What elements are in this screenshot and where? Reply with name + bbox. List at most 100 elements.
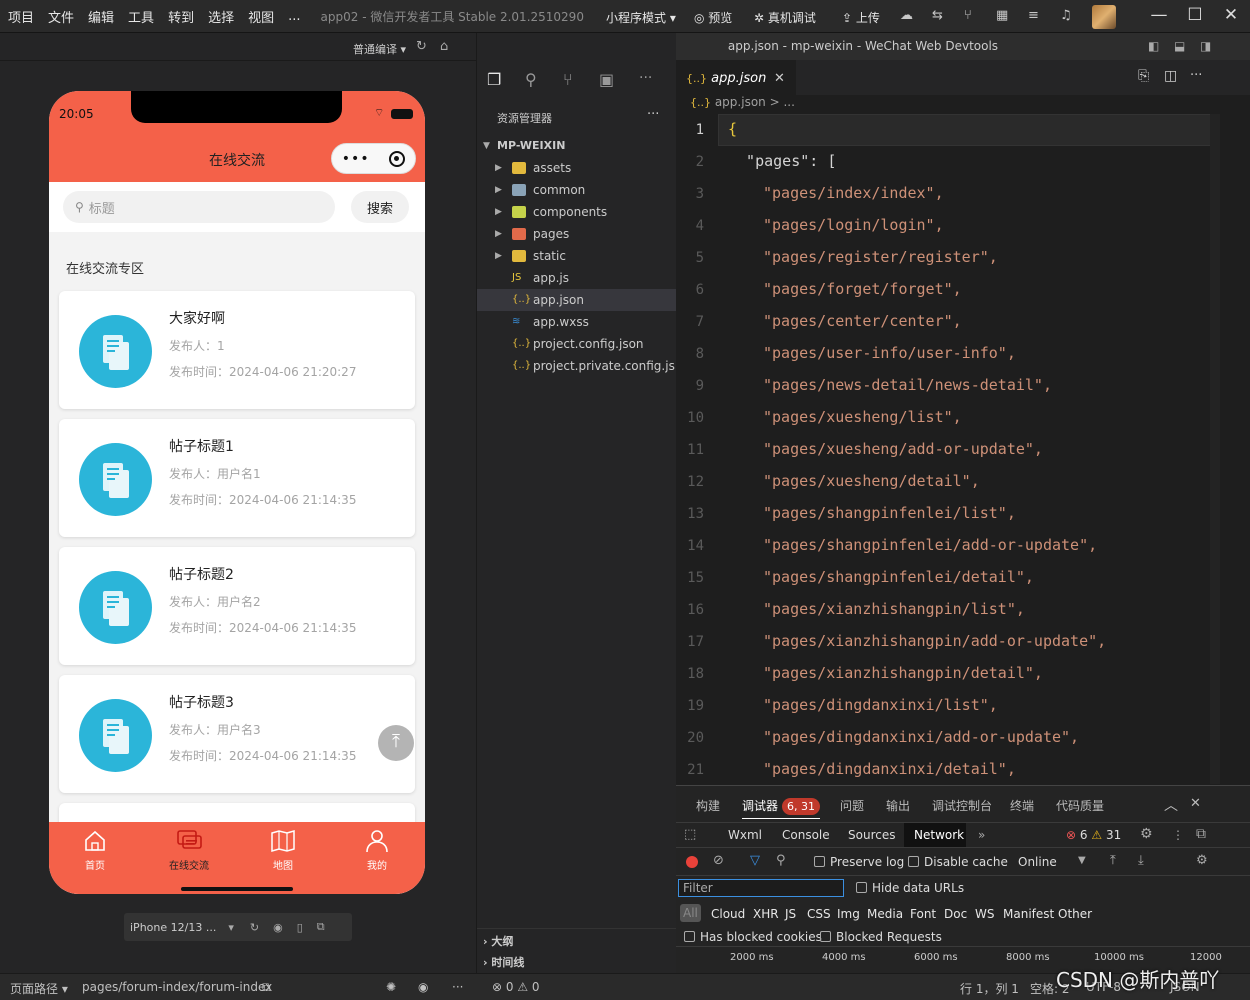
more-icon[interactable]: ••• <box>342 151 370 167</box>
blocked-requests-checkbox[interactable]: Blocked Requests <box>820 930 942 944</box>
tree-item-components[interactable]: ▶ components <box>477 201 677 223</box>
status-more-icon[interactable]: ··· <box>452 980 463 994</box>
tab-build[interactable]: 构建 <box>696 797 720 814</box>
editor-more-icon[interactable]: ··· <box>1190 68 1202 83</box>
panel-console[interactable]: Console <box>782 828 830 842</box>
layout-icon[interactable]: ▦ <box>996 8 1008 23</box>
code-line[interactable]: "pages/xuesheng/list", <box>763 408 962 426</box>
panel-sources[interactable]: Sources <box>848 828 895 842</box>
maximize-icon[interactable]: ☐ <box>1184 5 1206 25</box>
open-changes-icon[interactable]: ⎘ <box>1138 68 1149 84</box>
outline-header[interactable]: › 大纲 <box>483 933 513 949</box>
rotate-icon[interactable]: ↻ <box>250 921 259 934</box>
tree-item-app-js[interactable]: JS app.js <box>477 267 677 289</box>
type-doc[interactable]: Doc <box>944 907 967 921</box>
record-icon[interactable] <box>686 856 698 868</box>
tab-map[interactable]: 地图 <box>243 828 323 872</box>
remote-debug-button[interactable]: ✲ 真机调试 <box>754 9 816 26</box>
phone-icon[interactable]: ▯ <box>297 921 303 934</box>
code-line[interactable]: "pages/user-info/user-info", <box>763 344 1016 362</box>
menu-tools[interactable]: 工具 <box>128 7 154 26</box>
tree-item-static[interactable]: ▶ static <box>477 245 677 267</box>
menu-icon[interactable]: ≡ <box>1028 8 1039 23</box>
type-manifest[interactable]: Manifest <box>1003 907 1054 921</box>
has-blocked-cookies-checkbox[interactable]: Has blocked cookies <box>684 930 822 944</box>
type-font[interactable]: Font <box>910 907 936 921</box>
error-count[interactable]: ⊗ 6 ⚠ 31 <box>1066 828 1121 842</box>
clear-cache-icon[interactable]: ⌂ <box>440 39 448 54</box>
code-line[interactable]: "pages": [ <box>728 152 836 170</box>
page-path-menu[interactable]: 页面路径 ▾ <box>10 980 68 997</box>
minimize-icon[interactable]: — <box>1148 5 1170 25</box>
search-input[interactable]: ⚲ 标题 <box>63 191 335 223</box>
code-line[interactable]: "pages/xianzhishangpin/detail", <box>763 664 1043 682</box>
tab-code-quality[interactable]: 代码质量 <box>1056 797 1104 814</box>
avatar[interactable] <box>1092 5 1116 29</box>
preserve-log-checkbox[interactable]: Preserve log <box>814 855 904 869</box>
timeline-header[interactable]: › 时间线 <box>483 954 524 970</box>
inspect-icon[interactable]: ⬚ <box>684 827 696 842</box>
refresh-icon[interactable]: ↻ <box>416 39 427 54</box>
clear-icon[interactable]: ⊘ <box>713 853 724 868</box>
close-mini-icon[interactable] <box>389 150 406 167</box>
chevron-up-icon[interactable]: ︿ <box>1164 795 1178 815</box>
tree-root[interactable]: ▼ MP-WEIXIN <box>477 135 677 157</box>
type-ws[interactable]: WS <box>975 907 994 921</box>
type-all[interactable]: All <box>680 904 701 922</box>
chevron-down-icon[interactable]: ▼ <box>1078 855 1086 866</box>
type-js[interactable]: JS <box>785 907 796 921</box>
type-xhr[interactable]: XHR <box>753 907 779 921</box>
explorer-more-icon[interactable]: ··· <box>647 107 659 122</box>
menu-edit[interactable]: 编辑 <box>88 7 114 26</box>
copy-icon[interactable]: ⧉ <box>262 980 271 995</box>
tree-item-assets[interactable]: ▶ assets <box>477 157 677 179</box>
tab-debug-console[interactable]: 调试控制台 <box>932 797 992 814</box>
tab-problems[interactable]: 问题 <box>840 797 864 814</box>
tree-item-app-wxss[interactable]: ≋ app.wxss <box>477 311 677 333</box>
menu-goto[interactable]: 转到 <box>168 7 194 26</box>
tab-output[interactable]: 输出 <box>886 797 910 814</box>
preview-button[interactable]: ◎ 预览 <box>694 9 732 26</box>
tree-item-project-config-json[interactable]: {..} project.config.json <box>477 333 677 355</box>
close-icon[interactable]: ✕ <box>1220 5 1242 25</box>
network-settings-icon[interactable]: ⚙ <box>1196 853 1208 868</box>
menu-file[interactable]: 文件 <box>48 7 74 26</box>
code-line[interactable]: { <box>728 120 737 138</box>
panel-network[interactable]: Network <box>914 828 964 842</box>
code-line[interactable]: "pages/dingdanxinxi/add-or-update", <box>763 728 1079 746</box>
type-img[interactable]: Img <box>837 907 860 921</box>
post-card[interactable]: 帖子标题3 发布人：用户名3 发布时间：2024-04-06 21:14:35 <box>59 675 415 793</box>
tab-mine[interactable]: 我的 <box>337 828 417 872</box>
code-line[interactable]: "pages/xianzhishangpin/list", <box>763 600 1025 618</box>
settings-icon[interactable]: ⚙ <box>1140 826 1153 842</box>
back-to-top-button[interactable]: ⤒ <box>378 725 414 761</box>
code-line[interactable]: "pages/dingdanxinxi/detail", <box>763 760 1016 778</box>
source-control-icon[interactable]: ⑂ <box>563 70 573 89</box>
filter-input[interactable]: Filter <box>678 879 844 897</box>
more-icon[interactable]: ··· <box>639 70 652 86</box>
bell-icon[interactable]: ♫ <box>1060 8 1072 23</box>
disable-cache-checkbox[interactable]: Disable cache <box>908 855 1008 869</box>
code-line[interactable]: "pages/shangpinfenlei/list", <box>763 504 1016 522</box>
eye-icon[interactable]: ◉ <box>418 980 428 994</box>
throttle-select[interactable]: Online <box>1018 855 1057 869</box>
code-line[interactable]: "pages/login/login", <box>763 216 944 234</box>
search-icon[interactable]: ⚲ <box>525 70 537 89</box>
panel-wxml[interactable]: Wxml <box>728 828 762 842</box>
split-editor-icon[interactable]: ◫ <box>1164 68 1177 84</box>
mode-selector[interactable]: 小程序模式 ▾ <box>606 9 676 26</box>
code-line[interactable]: "pages/dingdanxinxi/list", <box>763 696 998 714</box>
cursor-position[interactable]: 行 1，列 1 <box>960 980 1019 997</box>
tree-item-pages[interactable]: ▶ pages <box>477 223 677 245</box>
tab-home[interactable]: 首页 <box>55 828 135 872</box>
close-panel-icon[interactable]: ✕ <box>1190 796 1201 811</box>
bug-icon[interactable]: ✺ <box>386 980 396 994</box>
compile-mode-select[interactable]: 普通编译 ▾ <box>353 41 406 57</box>
branch-icon[interactable]: ⑂ <box>964 8 972 23</box>
capsule-menu[interactable]: ••• <box>331 143 416 174</box>
scrollbar[interactable] <box>1210 114 1220 784</box>
more-panels-icon[interactable]: » <box>978 828 985 842</box>
filter-icon[interactable]: ▽ <box>750 853 760 868</box>
export-icon[interactable]: ⤓ <box>1138 853 1144 868</box>
popout-icon[interactable]: ⧉ <box>317 920 325 934</box>
